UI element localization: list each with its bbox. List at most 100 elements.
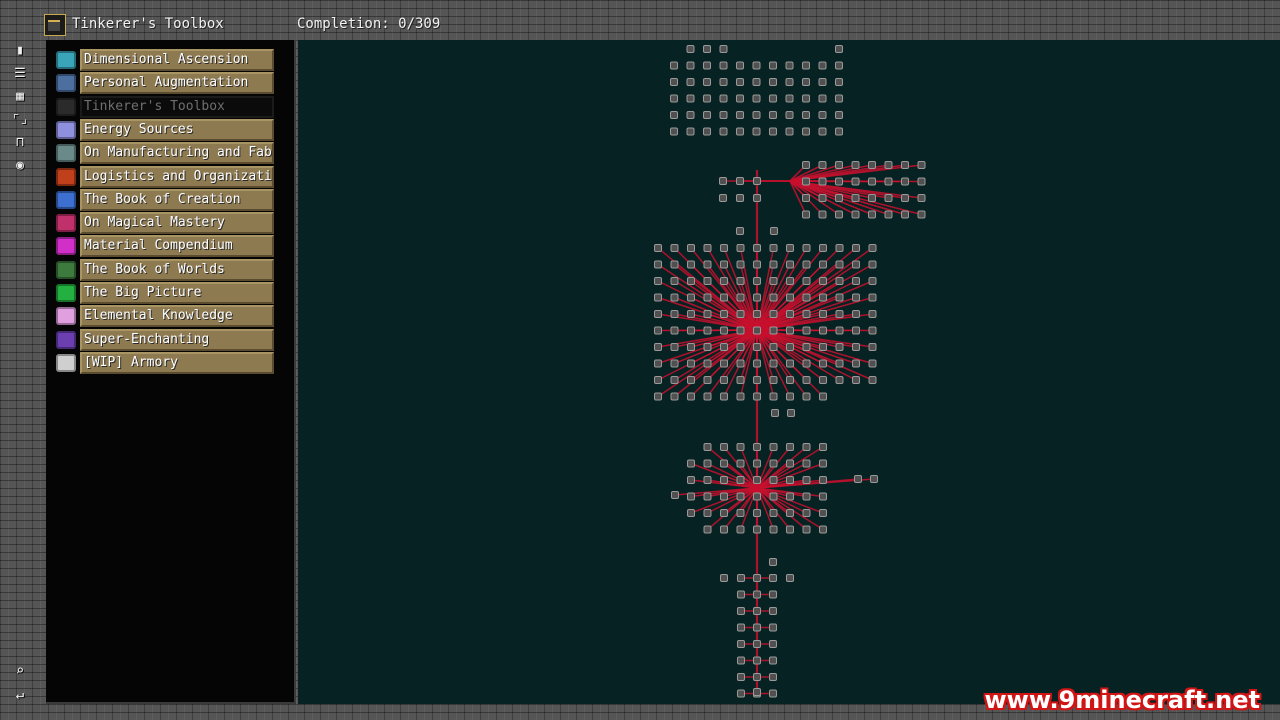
quest-node[interactable] [654,376,662,384]
quest-node[interactable] [868,326,877,335]
quest-node[interactable] [802,476,811,484]
quest-node[interactable] [835,293,844,302]
quest-node[interactable] [802,161,810,169]
quest-node[interactable] [670,127,678,136]
quest-node[interactable] [670,343,679,351]
quest-node[interactable] [752,94,761,103]
quest-node[interactable] [786,310,794,318]
quest-node[interactable] [868,310,877,318]
quest-node[interactable] [654,277,662,285]
quest-node[interactable] [686,127,695,136]
quest-node[interactable] [868,244,877,252]
quest-node[interactable] [687,260,695,269]
quest-node[interactable] [753,673,761,681]
quest-node[interactable] [670,260,679,269]
quest-node[interactable] [785,94,794,103]
quest-node[interactable] [769,509,778,517]
quest-node[interactable] [786,244,794,252]
quest-node[interactable] [901,194,909,202]
quest-node[interactable] [753,607,761,615]
quest-node[interactable] [835,359,844,368]
quest-node[interactable] [687,343,695,351]
quest-node[interactable] [786,476,794,484]
map-icon[interactable]: ▦ [8,86,32,108]
chapter-item[interactable]: Energy Sources [54,118,274,141]
quest-node[interactable] [703,111,711,119]
expand-icon[interactable]: ⌜⌟ [8,109,32,131]
quest-node[interactable] [769,689,777,698]
quest-node[interactable] [720,509,728,517]
quest-node[interactable] [769,277,778,285]
quest-node[interactable] [917,210,926,219]
quest-node[interactable] [703,459,712,468]
quest-node[interactable] [851,194,860,202]
quest-node[interactable] [884,210,893,219]
quest-node[interactable] [670,111,678,119]
quest-node[interactable] [868,343,877,351]
quest-node[interactable] [719,45,728,53]
quest-node[interactable] [703,61,711,70]
book-icon[interactable]: ▮ [8,40,32,62]
quest-node[interactable] [753,623,761,632]
quest-node[interactable] [736,392,745,401]
quest-node[interactable] [786,443,794,451]
quest-node[interactable] [753,525,761,534]
quest-node[interactable] [720,574,728,582]
quest-node[interactable] [818,78,827,86]
quest-node[interactable] [686,78,695,86]
quest-node[interactable] [737,607,745,615]
quest-node[interactable] [868,194,876,202]
quest-node[interactable] [786,392,794,401]
quest-node[interactable] [720,293,728,302]
quest-node[interactable] [917,161,926,169]
lock-icon[interactable]: ⊓ [8,132,32,154]
quest-node[interactable] [870,475,878,483]
quest-node[interactable] [753,688,761,696]
chapter-item[interactable]: Super-Enchanting [54,328,274,351]
quest-node[interactable] [687,359,695,368]
quest-node[interactable] [835,326,844,335]
quest-node[interactable] [654,310,662,318]
quest-node[interactable] [703,260,712,269]
quest-node[interactable] [785,111,794,119]
quest-node[interactable] [753,392,761,401]
quest-node[interactable] [769,392,778,401]
return-icon[interactable]: ↵ [8,684,32,706]
quest-node[interactable] [852,310,860,318]
quest-node[interactable] [687,492,695,501]
quest-node[interactable] [752,127,761,136]
quest-node[interactable] [802,376,811,384]
quest-node[interactable] [753,443,761,451]
quest-node[interactable] [851,161,860,169]
quest-node[interactable] [753,359,761,368]
quest-node[interactable] [753,509,761,517]
quest-node[interactable] [736,244,745,252]
quest-node[interactable] [786,509,794,517]
quest-node[interactable] [654,343,662,351]
quest-node[interactable] [687,476,695,484]
quest-node[interactable] [851,177,860,186]
quest-node[interactable] [686,45,695,53]
quest-node[interactable] [802,509,811,517]
quest-node[interactable] [769,359,778,368]
quest-node[interactable] [703,476,712,484]
quest-node[interactable] [719,94,728,103]
quest-node[interactable] [670,78,678,86]
quest-node[interactable] [769,376,778,384]
quest-node[interactable] [868,161,876,169]
quest-node[interactable] [670,359,679,368]
quest-node[interactable] [786,277,794,285]
quest-node[interactable] [736,293,745,302]
quest-node[interactable] [703,244,712,252]
quest-node[interactable] [753,343,761,351]
quest-node[interactable] [818,127,827,136]
quest-node[interactable] [769,111,777,119]
chapter-item[interactable]: On Manufacturing and Fab [54,142,274,165]
quest-node[interactable] [819,293,827,302]
quest-node[interactable] [769,476,778,484]
quest-node[interactable] [802,459,811,468]
quest-node[interactable] [802,443,811,451]
quest-node[interactable] [819,476,827,484]
quest-node[interactable] [736,326,745,335]
quest-node[interactable] [769,326,778,335]
